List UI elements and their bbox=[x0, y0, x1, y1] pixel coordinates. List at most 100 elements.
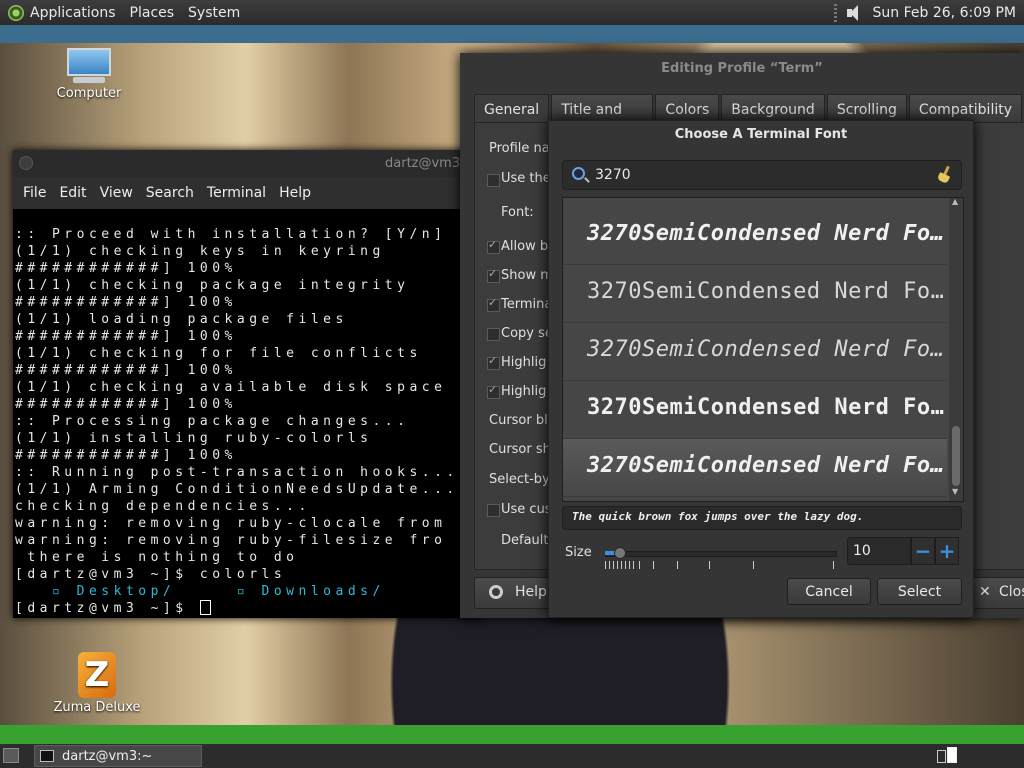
default-label: Default bbox=[501, 533, 549, 548]
desktop-icon-computer[interactable]: Computer bbox=[44, 48, 134, 101]
close-button[interactable]: ✕ Clos bbox=[970, 577, 1024, 609]
slider-tick bbox=[613, 561, 614, 569]
select-button[interactable]: Select bbox=[877, 578, 962, 605]
cursor-blink-label: Cursor bli bbox=[489, 413, 552, 428]
font-item-label: 3270SemiCondensed Nerd Fo… bbox=[587, 453, 945, 478]
desktop-blue-stripe bbox=[0, 25, 1024, 43]
font-list-item[interactable]: 3270SemiCondensed Nerd Fo… bbox=[563, 323, 947, 381]
slider-tick bbox=[833, 561, 834, 569]
terminal-title: dartz@vm3: bbox=[385, 156, 465, 171]
use-custom-checkbox[interactable] bbox=[487, 504, 500, 517]
font-list-scrollbar[interactable] bbox=[949, 198, 963, 501]
tab-scrolling[interactable]: Scrolling bbox=[826, 94, 907, 123]
font-item-label: 3270SemiCondensed Nerd Fo… bbox=[587, 395, 945, 420]
terminal-prompt-line: [dartz@vm3 ~]$ bbox=[15, 600, 483, 617]
taskbar-window-label: dartz@vm3:~ bbox=[62, 749, 153, 764]
cancel-button[interactable]: Cancel bbox=[787, 578, 871, 605]
font-list-item-selected[interactable]: 3270SemiCondensed Nerd Fo… bbox=[563, 439, 947, 497]
terminal-window[interactable]: dartz@vm3: File Edit View Search Termina… bbox=[13, 150, 483, 618]
show-menubar-checkbox[interactable] bbox=[487, 267, 500, 283]
size-increase-button[interactable]: + bbox=[935, 537, 959, 565]
font-item-label: 3270SemiCondensed Nerd Fo… bbox=[587, 221, 945, 246]
slider-tick bbox=[629, 561, 630, 569]
terminal-line: (1/1) checking available disk space bbox=[15, 380, 447, 395]
terminal-line: ############] 100% bbox=[15, 329, 237, 344]
tab-general[interactable]: General bbox=[474, 94, 550, 123]
desktop-icon-label: Zuma Deluxe bbox=[53, 700, 141, 715]
terminal-line: ############] 100% bbox=[15, 448, 237, 463]
tab-title-and-command[interactable]: Title and Command bbox=[551, 94, 654, 148]
font-search-input[interactable]: 3270 bbox=[562, 160, 962, 190]
use-system-font-checkbox[interactable] bbox=[487, 174, 500, 187]
highlight-label-2: Highlig bbox=[501, 384, 547, 399]
slider-handle[interactable] bbox=[614, 547, 626, 559]
font-preview[interactable]: The quick brown fox jumps over the lazy … bbox=[562, 506, 962, 530]
terminal-line: checking dependencies... bbox=[15, 499, 311, 514]
slider-tick bbox=[605, 561, 606, 569]
tab-compatibility[interactable]: Compatibility bbox=[908, 94, 1022, 123]
menu-terminal[interactable]: Terminal bbox=[207, 185, 266, 201]
system-menu[interactable]: System bbox=[188, 5, 240, 21]
use-system-font-label: Use the bbox=[501, 171, 551, 186]
size-decrease-button[interactable]: − bbox=[911, 537, 935, 565]
scrollbar-thumb[interactable] bbox=[952, 426, 960, 486]
top-panel: Applications Places System Sun Feb 26, 6… bbox=[0, 0, 1024, 25]
terminal-line: :: Processing package changes... bbox=[15, 414, 410, 429]
taskbar-window-button[interactable]: dartz@vm3:~ bbox=[34, 745, 202, 767]
bottom-panel: dartz@vm3:~ bbox=[0, 744, 1024, 768]
font-label: Font: bbox=[501, 205, 534, 220]
highlight-checkbox-2[interactable] bbox=[487, 383, 500, 399]
select-by-word-label: Select-by- bbox=[489, 472, 555, 487]
terminal-icon bbox=[40, 750, 54, 762]
menu-edit[interactable]: Edit bbox=[59, 185, 86, 201]
zuma-icon: Z bbox=[78, 652, 116, 698]
terminal-menubar: File Edit View Search Terminal Help bbox=[13, 177, 483, 209]
workspace-switcher-icon[interactable] bbox=[937, 747, 959, 765]
show-desktop-icon[interactable] bbox=[3, 748, 19, 763]
highlight-checkbox-1[interactable] bbox=[487, 354, 500, 370]
terminal-titlebar[interactable]: dartz@vm3: bbox=[13, 150, 483, 177]
show-menubar-label: Show m bbox=[501, 268, 553, 283]
terminal-bell-checkbox[interactable] bbox=[487, 296, 500, 312]
terminal-output[interactable]: :: Proceed with installation? [Y/n] (1/1)… bbox=[13, 209, 483, 626]
window-menu-icon[interactable] bbox=[19, 156, 33, 170]
allow-bold-checkbox[interactable] bbox=[487, 238, 500, 254]
font-list-item[interactable]: 3270SemiCondensed Nerd Fo… bbox=[563, 381, 947, 439]
font-list-item[interactable]: 3270SemiCondensed Nerd Fo… bbox=[563, 207, 947, 265]
help-button[interactable]: Help bbox=[474, 577, 558, 609]
size-input[interactable]: 10 bbox=[847, 537, 911, 565]
applications-menu[interactable]: Applications bbox=[30, 5, 116, 21]
font-preview-text: The quick brown fox jumps over the lazy … bbox=[572, 510, 864, 523]
terminal-line: ############] 100% bbox=[15, 261, 237, 276]
terminal-line: (1/1) checking package integrity bbox=[15, 278, 410, 293]
clear-search-icon[interactable] bbox=[937, 166, 953, 184]
size-slider[interactable] bbox=[605, 547, 837, 569]
highlight-label-1: Highlig bbox=[501, 355, 547, 370]
help-icon bbox=[489, 585, 503, 599]
menu-search[interactable]: Search bbox=[146, 185, 194, 201]
volume-icon[interactable] bbox=[845, 4, 863, 22]
clock[interactable]: Sun Feb 26, 6:09 PM bbox=[873, 5, 1016, 21]
places-menu[interactable]: Places bbox=[130, 5, 175, 21]
font-chooser-title: Choose A Terminal Font bbox=[674, 127, 848, 142]
font-chooser-dialog[interactable]: Choose A Terminal Font 3270 3270SemiCond… bbox=[548, 120, 974, 618]
mate-logo-icon[interactable] bbox=[8, 4, 24, 21]
desktop-green-stripe bbox=[0, 725, 1024, 744]
tab-background[interactable]: Background bbox=[721, 94, 825, 123]
slider-tick bbox=[633, 561, 634, 569]
profile-tabs: General Title and Command Colors Backgro… bbox=[474, 94, 1024, 148]
copy-selection-checkbox[interactable] bbox=[487, 328, 500, 341]
font-list-item[interactable]: 3270SemiCondensed Nerd Fo… bbox=[563, 265, 947, 323]
slider-tick bbox=[625, 561, 626, 569]
menu-help[interactable]: Help bbox=[279, 185, 311, 201]
desktop-icon-zuma[interactable]: Z Zuma Deluxe bbox=[52, 652, 142, 715]
help-button-label: Help bbox=[515, 584, 547, 600]
font-list[interactable]: 3270SemiCondensed Nerd Fo… 3270SemiConde… bbox=[562, 197, 964, 502]
tab-colors[interactable]: Colors bbox=[655, 94, 720, 123]
slider-tick bbox=[709, 561, 710, 569]
size-label: Size bbox=[565, 545, 592, 560]
menu-view[interactable]: View bbox=[100, 185, 133, 201]
terminal-bell-label: Termina bbox=[501, 297, 553, 312]
close-button-label: Clos bbox=[999, 584, 1024, 600]
menu-file[interactable]: File bbox=[23, 185, 46, 201]
